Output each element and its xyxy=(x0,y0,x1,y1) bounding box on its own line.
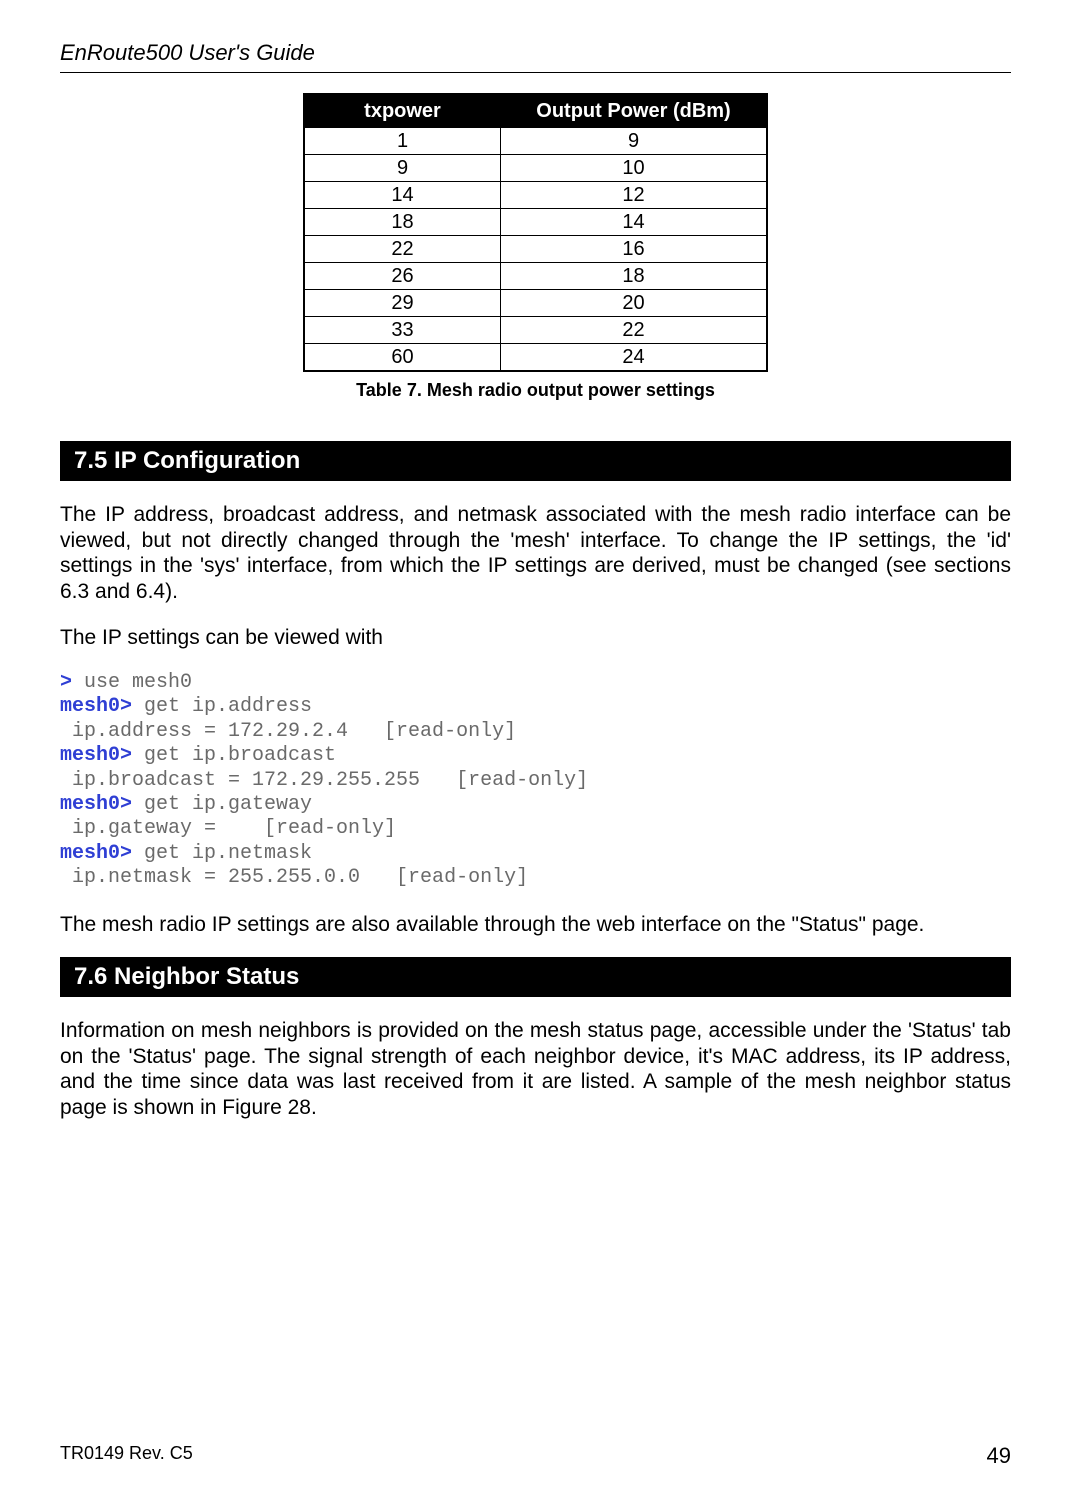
section-heading-neighbor-status: 7.6 Neighbor Status xyxy=(60,957,1011,997)
page-number: 49 xyxy=(987,1443,1011,1469)
cli-output: ip.gateway = [read-only] xyxy=(60,817,396,840)
cli-output: ip.netmask = 255.255.0.0 [read-only] xyxy=(60,866,528,889)
cli-prompt: mesh0> xyxy=(60,842,132,865)
table-row: 2920 xyxy=(304,290,767,317)
cli-command: get ip.netmask xyxy=(132,842,312,865)
section-heading-ip-configuration: 7.5 IP Configuration xyxy=(60,441,1011,481)
table-row: 1412 xyxy=(304,182,767,209)
table-row: 19 xyxy=(304,128,767,155)
paragraph: The IP address, broadcast address, and n… xyxy=(60,502,1011,604)
table-header-txpower: txpower xyxy=(304,94,501,128)
cli-output: ip.broadcast = 172.29.255.255 [read-only… xyxy=(60,769,588,792)
cli-output: ip.address = 172.29.2.4 [read-only] xyxy=(60,720,516,743)
cli-command: use mesh0 xyxy=(72,671,192,694)
table-row: 2216 xyxy=(304,236,767,263)
table-header-output: Output Power (dBm) xyxy=(501,94,768,128)
cli-prompt: mesh0> xyxy=(60,744,132,767)
paragraph: The IP settings can be viewed with xyxy=(60,625,1011,651)
cli-command: get ip.gateway xyxy=(132,793,312,816)
document-header: EnRoute500 User's Guide xyxy=(60,40,1011,73)
footer: TR0149 Rev. C5 49 xyxy=(60,1443,1011,1469)
cli-prompt: > xyxy=(60,671,72,694)
power-table: txpower Output Power (dBm) 19 910 1412 1… xyxy=(303,93,768,372)
cli-prompt: mesh0> xyxy=(60,695,132,718)
table-row: 910 xyxy=(304,155,767,182)
cli-command: get ip.broadcast xyxy=(132,744,336,767)
cli-prompt: mesh0> xyxy=(60,793,132,816)
paragraph: The mesh radio IP settings are also avai… xyxy=(60,912,1011,938)
table-row: 1814 xyxy=(304,209,767,236)
paragraph: Information on mesh neighbors is provide… xyxy=(60,1018,1011,1120)
cli-command: get ip.address xyxy=(132,695,312,718)
code-block: > use mesh0 mesh0> get ip.address ip.add… xyxy=(60,671,1011,891)
table-caption: Table 7. Mesh radio output power setting… xyxy=(60,380,1011,401)
table-row: 6024 xyxy=(304,344,767,372)
table-row: 2618 xyxy=(304,263,767,290)
table-row: 3322 xyxy=(304,317,767,344)
footer-rev: TR0149 Rev. C5 xyxy=(60,1443,193,1469)
